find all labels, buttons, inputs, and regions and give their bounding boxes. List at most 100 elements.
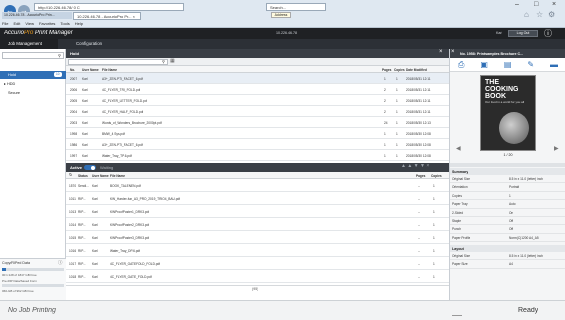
settings-gear-icon[interactable]: ⚙ <box>548 10 555 19</box>
col-user-name-active[interactable]: User Name <box>92 174 109 178</box>
detail-scrollbar[interactable] <box>450 163 565 167</box>
col-user-name[interactable]: User Name <box>82 68 99 72</box>
table-cell: 1 <box>384 76 386 81</box>
table-row[interactable]: 1014 RIP... Karl KWProofPoster2_DRK3.pdf -- 1 <box>66 218 449 231</box>
col-file-name[interactable]: File Name <box>102 68 117 72</box>
toolbar-icons[interactable]: ▲ ▲ ▼ ▼ × <box>401 163 429 169</box>
detail-value: 8.5 in x 11.0 (letter) inch <box>509 254 543 258</box>
filter-icon[interactable]: ▦ <box>170 58 175 64</box>
menu-help[interactable]: Help <box>75 21 83 26</box>
table-cell: -- <box>418 209 421 214</box>
info-icon[interactable]: ⓘ <box>58 260 62 266</box>
status-left: No Job Printing <box>8 307 56 314</box>
table-row[interactable]: 1017 RIP... Karl 4C_FLYER_GATEFOLD_FOLD.pdf… <box>66 257 449 270</box>
col-pages-active[interactable]: Pages <box>416 174 425 178</box>
menu-file[interactable]: File <box>2 21 8 26</box>
favorites-star-icon[interactable]: ☆ <box>536 10 543 19</box>
table-cell: RIP... <box>78 209 86 214</box>
table-cell: Water_Tray_TP.6.pdf <box>102 153 132 158</box>
active-toggle[interactable] <box>84 165 96 170</box>
browser-tab-1[interactable]: 10.226.46.78 - AccurioPro Prin... <box>2 12 72 19</box>
table-row[interactable]: 1998 Karl BMW_4 Sys.pdf 1 1 2018/05/30 12:08 <box>66 128 449 139</box>
table-cell: RIP... <box>78 196 86 201</box>
table-cell: 2007 <box>70 76 78 81</box>
detail-row: Punch Off <box>450 225 565 234</box>
browser-search-input[interactable]: Search... <box>266 3 326 11</box>
maximize-button[interactable]: □ <box>534 1 538 8</box>
tab-job-management[interactable]: Job Management <box>0 39 58 49</box>
table-cell: 4C_FLYER_GATEFOLD_FOLD.pdf <box>110 261 161 266</box>
detail-key: Staple <box>452 219 462 223</box>
detail-row: Paper Size A4 <box>450 260 565 269</box>
table-cell: Karl <box>82 142 88 147</box>
table-row[interactable]: 1016 RIP... Karl Water_Tray_DP.6.pdf -- 1 <box>66 244 449 257</box>
next-page-icon[interactable]: ▶ <box>554 145 559 152</box>
detail-value: 1 <box>509 193 511 198</box>
close-list-icon[interactable]: × <box>439 49 443 55</box>
table-cell: -- <box>418 222 421 227</box>
menu-view[interactable]: View <box>25 21 34 26</box>
col-status[interactable]: Status <box>78 174 88 178</box>
logout-button[interactable]: Log Out <box>508 30 538 37</box>
nav-item-hold[interactable]: Hold 10 <box>0 71 66 79</box>
storage-line-2: Pre-RIP Data/Saved Form <box>2 279 37 283</box>
menu-tools[interactable]: Tools <box>60 21 69 26</box>
col-no[interactable]: No. <box>70 68 75 72</box>
table-cell: A3+_ZEN-PTI_FACET_6.pdf <box>102 76 143 81</box>
table-cell: Karl <box>92 235 98 240</box>
minimize-button[interactable]: – <box>515 1 519 8</box>
col-file-name-active[interactable]: File Name <box>110 174 125 178</box>
browser-menu-bar: File Edit View Favorites Tools Help <box>2 21 83 26</box>
page-icon[interactable]: ▤ <box>504 60 512 69</box>
table-cell: 2 <box>384 109 386 114</box>
table-row[interactable]: 2007 Karl A3+_ZEN-PTI_FACET_6.pdf 1 1 2018/05… <box>66 73 449 84</box>
delete-icon[interactable]: ▬ <box>550 60 558 69</box>
hold-list-title: Hold <box>70 51 79 56</box>
table-row[interactable]: 1015 RIP... Karl KWProofPoster3_DRK3.pdf -- 1 <box>66 231 449 244</box>
table-cell: -- <box>418 235 421 240</box>
col-copies[interactable]: Copies <box>394 68 405 72</box>
thumbnail-preview[interactable]: THE COOKING BOOK Our food in a world for… <box>480 75 536 151</box>
thumbnail-title: THE COOKING BOOK <box>485 79 519 100</box>
table-row[interactable]: 1570 Sendi... Karl BOOK_TALENEN.pdf -- 1 <box>66 179 449 192</box>
tab-configuration[interactable]: Configuration <box>76 39 126 49</box>
table-row[interactable]: 1018 RIP... Karl 4C_FLYER_GATE_FOLD.pdf -- 1 <box>66 270 449 283</box>
menu-favorites[interactable]: Favorites <box>39 21 55 26</box>
left-search-input[interactable]: ⚲ <box>2 52 64 59</box>
hold-search-input[interactable]: ⚲ <box>68 59 168 65</box>
home-icon[interactable]: ⌂ <box>524 10 529 19</box>
table-cell: Water_Tray_DP.6.pdf <box>110 248 141 253</box>
table-cell: 4C_FLYER_LETTER_FOLD.pdf <box>102 98 148 103</box>
table-row[interactable]: 1013 RIP... Karl KWProofPoster1_DRK3.pdf -- 1 <box>66 205 449 218</box>
table-row[interactable]: 2006 Karl 4C_FLYER_TRI_FOLD.pdf 2 1 2018/05/3… <box>66 84 449 95</box>
close-window-button[interactable]: × <box>552 1 556 8</box>
prev-page-icon[interactable]: ◀ <box>456 145 461 152</box>
address-bar[interactable]: http://10.226.46.78/ 0 C <box>34 3 184 11</box>
active-list-header: Active Waiting ▲ ▲ ▼ ▼ × <box>66 163 449 172</box>
table-row[interactable]: 2003 Karl Words_of_Wonders_Brochure_2000pt… <box>66 117 449 128</box>
table-row[interactable]: 1997 Karl Water_Tray_TP.6.pdf 1 1 2018/05/30 … <box>66 150 449 161</box>
edit-icon[interactable]: ✎ <box>527 60 534 69</box>
col-copies-active[interactable]: Copies <box>431 174 442 178</box>
nav-item-hdd[interactable]: ▸ HDD <box>0 80 66 88</box>
table-row[interactable]: 1986 Karl A3+_ZEN-PTI_FACET_6.pdf 1 1 2018/05… <box>66 139 449 150</box>
table-row[interactable]: 2004 Karl 4C_FLYER_HALF_FOLD.pdf 2 1 2018/05/… <box>66 106 449 117</box>
collapse-icon[interactable]: × <box>451 49 455 55</box>
refresh-icon[interactable]: ↻ <box>69 172 72 177</box>
table-cell: Karl <box>82 87 88 92</box>
menu-edit[interactable]: Edit <box>13 21 20 26</box>
detail-row: Copies 1 <box>450 192 565 201</box>
browser-tab-2[interactable]: 10.226.46.78 - AccurioPro Pr... × <box>73 12 141 20</box>
table-cell: Karl <box>92 274 98 279</box>
col-date-modified[interactable]: Date Modified <box>406 68 427 72</box>
table-cell: 1 <box>433 209 435 214</box>
help-icon[interactable]: ⓘ <box>544 28 552 39</box>
table-row[interactable]: 2005 Karl 4C_FLYER_LETTER_FOLD.pdf 2 1 2018/0… <box>66 95 449 106</box>
table-row[interactable]: 1011 RIP... Karl KW_Harder-fun_A3_PRO_2019_… <box>66 192 449 205</box>
save-icon[interactable]: ▣ <box>480 60 488 69</box>
nav-item-secure[interactable]: Secure <box>0 89 66 97</box>
print-icon[interactable]: ⎙ <box>458 60 464 70</box>
table-cell: 24 <box>384 120 388 125</box>
status-bar: No Job Printing Ready <box>0 300 565 320</box>
col-pages[interactable]: Pages <box>382 68 391 72</box>
